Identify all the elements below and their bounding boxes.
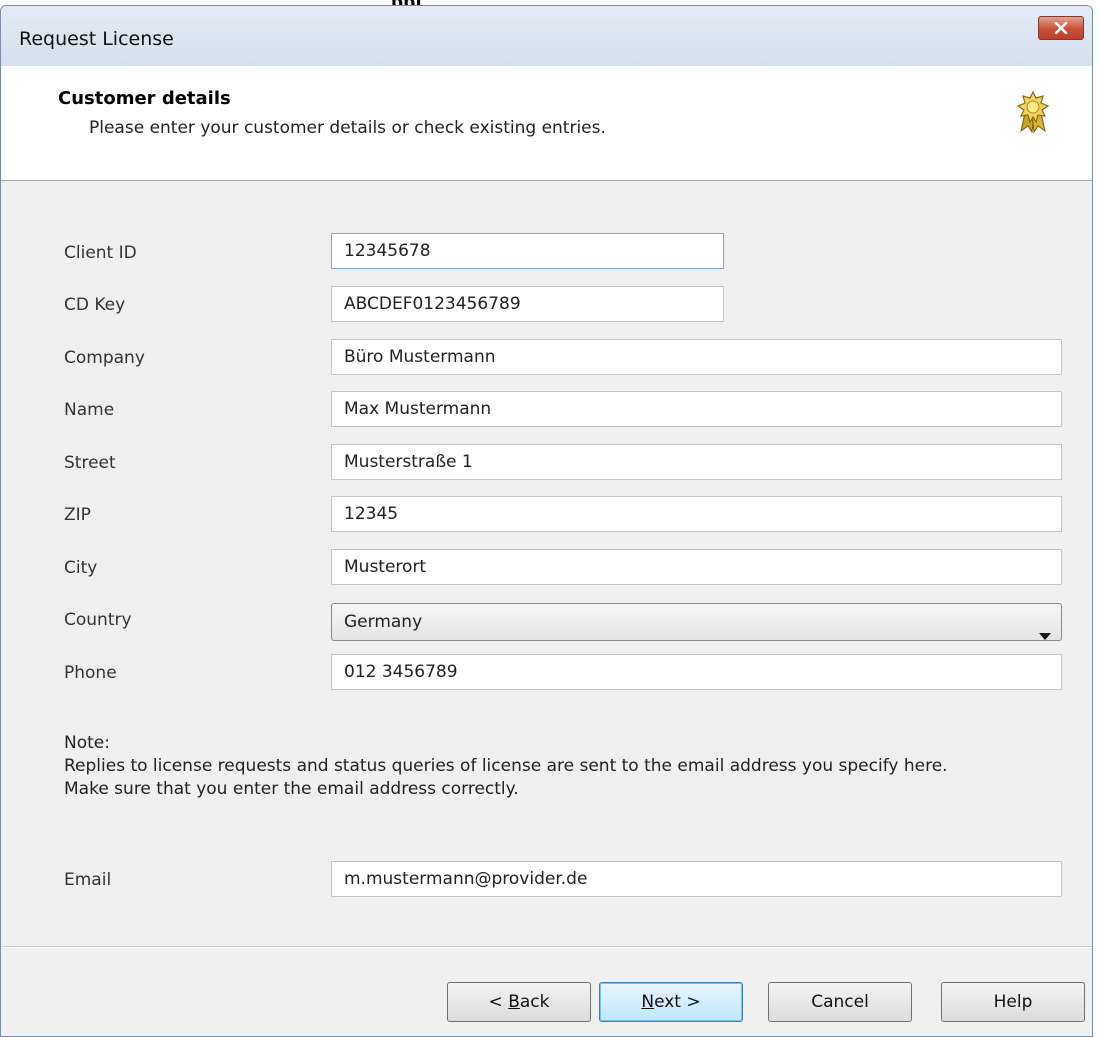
email-note: Note: Replies to license requests and st… [64, 732, 1064, 801]
note-heading: Note: [64, 733, 110, 753]
help-button[interactable]: Help [941, 982, 1085, 1022]
company-field[interactable] [331, 339, 1062, 375]
certificate-ribbon-icon [1015, 90, 1051, 138]
note-line-1: Replies to license requests and status q… [64, 756, 948, 776]
zip-label: ZIP [64, 505, 91, 525]
zip-field[interactable] [331, 496, 1062, 532]
back-rest: ack [519, 992, 550, 1012]
back-prefix: < [488, 992, 509, 1012]
cd-key-label: CD Key [64, 295, 126, 315]
name-field[interactable] [331, 391, 1062, 427]
back-button[interactable]: < Back [447, 982, 591, 1022]
country-select[interactable]: Germany [331, 603, 1062, 641]
next-accel: N [641, 992, 655, 1012]
name-label: Name [64, 400, 115, 420]
wizard-header: Customer details Please enter your custo… [1, 66, 1092, 181]
city-label: City [64, 558, 98, 578]
back-accel: B [508, 992, 520, 1012]
close-button[interactable] [1038, 16, 1084, 40]
phone-field[interactable] [331, 654, 1062, 690]
chevron-down-icon[interactable] [1039, 618, 1051, 654]
note-line-2: Make sure that you enter the email addre… [64, 779, 519, 799]
company-label: Company [64, 348, 145, 368]
title-bar[interactable]: Request License [1, 6, 1092, 66]
request-license-dialog: Request License Customer details Please … [0, 5, 1093, 1037]
client-id-label: Client ID [64, 243, 137, 263]
close-x-icon [1054, 22, 1068, 34]
street-label: Street [64, 453, 116, 473]
email-label: Email [64, 870, 112, 890]
country-selected-value: Germany [344, 612, 423, 632]
header-subtitle: Please enter your customer details or ch… [89, 118, 606, 138]
phone-label: Phone [64, 663, 117, 683]
city-field[interactable] [331, 549, 1062, 585]
window-title: Request License [19, 28, 174, 50]
client-id-field[interactable] [331, 233, 724, 269]
email-field[interactable] [331, 861, 1062, 897]
cancel-button[interactable]: Cancel [768, 982, 912, 1022]
next-button[interactable]: Next > [599, 982, 743, 1022]
country-label: Country [64, 610, 132, 630]
next-rest: ext > [654, 992, 701, 1012]
footer-separator [1, 946, 1092, 947]
street-field[interactable] [331, 444, 1062, 480]
cd-key-field[interactable] [331, 286, 724, 322]
header-title: Customer details [58, 88, 231, 109]
